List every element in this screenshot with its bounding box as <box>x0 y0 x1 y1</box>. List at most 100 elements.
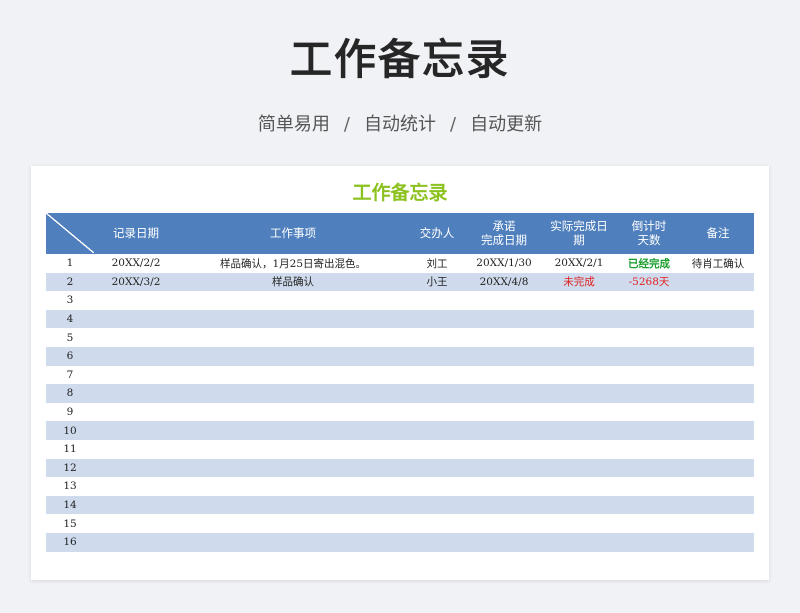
promised-date-cell[interactable] <box>466 439 542 459</box>
promised-date-cell[interactable] <box>466 532 542 552</box>
actual-date-cell[interactable] <box>542 532 616 552</box>
countdown-cell[interactable] <box>616 291 682 310</box>
assignee-cell[interactable] <box>408 495 466 515</box>
countdown-cell[interactable] <box>616 309 682 329</box>
row-number-cell[interactable]: 15 <box>46 514 94 533</box>
header-actual-date[interactable]: 实际完成日期 <box>542 213 616 254</box>
countdown-cell[interactable] <box>616 402 682 422</box>
note-cell[interactable] <box>682 365 754 385</box>
actual-date-cell[interactable] <box>542 328 616 347</box>
countdown-cell[interactable] <box>616 384 682 403</box>
row-number-cell[interactable]: 6 <box>46 346 94 366</box>
record-date-cell[interactable] <box>94 458 178 478</box>
promised-date-cell[interactable] <box>466 291 542 310</box>
note-cell[interactable] <box>682 272 754 292</box>
task-cell[interactable] <box>178 309 408 329</box>
header-note[interactable]: 备注 <box>682 213 754 254</box>
task-cell[interactable] <box>178 365 408 385</box>
countdown-cell[interactable] <box>616 514 682 533</box>
assignee-cell[interactable] <box>408 477 466 496</box>
actual-date-cell[interactable] <box>542 384 616 403</box>
row-number-cell[interactable]: 10 <box>46 421 94 440</box>
record-date-cell[interactable] <box>94 421 178 440</box>
row-number-cell[interactable]: 9 <box>46 402 94 422</box>
record-date-cell[interactable]: 20XX/3/2 <box>94 272 178 292</box>
record-date-cell[interactable] <box>94 532 178 552</box>
record-date-cell[interactable] <box>94 514 178 533</box>
note-cell[interactable] <box>682 532 754 552</box>
row-number-cell[interactable]: 7 <box>46 365 94 385</box>
header-assignee[interactable]: 交办人 <box>408 213 466 254</box>
countdown-cell[interactable]: -5268天 <box>616 272 682 292</box>
assignee-cell[interactable] <box>408 309 466 329</box>
row-number-cell[interactable]: 11 <box>46 439 94 459</box>
countdown-cell[interactable] <box>616 328 682 347</box>
record-date-cell[interactable] <box>94 384 178 403</box>
record-date-cell[interactable] <box>94 309 178 329</box>
record-date-cell[interactable] <box>94 477 178 496</box>
header-promised-date[interactable]: 承诺 完成日期 <box>466 213 542 254</box>
assignee-cell[interactable] <box>408 365 466 385</box>
actual-date-cell[interactable] <box>542 439 616 459</box>
note-cell[interactable] <box>682 328 754 347</box>
countdown-cell[interactable] <box>616 532 682 552</box>
record-date-cell[interactable]: 20XX/2/2 <box>94 252 178 273</box>
task-cell[interactable] <box>178 328 408 347</box>
task-cell[interactable] <box>178 384 408 403</box>
actual-date-cell[interactable] <box>542 309 616 329</box>
record-date-cell[interactable] <box>94 291 178 310</box>
assignee-cell[interactable] <box>408 291 466 310</box>
note-cell[interactable]: 待肖工确认 <box>682 252 754 273</box>
promised-date-cell[interactable] <box>466 514 542 533</box>
actual-date-cell[interactable] <box>542 477 616 496</box>
record-date-cell[interactable] <box>94 328 178 347</box>
record-date-cell[interactable] <box>94 439 178 459</box>
promised-date-cell[interactable] <box>466 346 542 366</box>
assignee-cell[interactable]: 刘工 <box>408 252 466 273</box>
task-cell[interactable] <box>178 291 408 310</box>
countdown-cell[interactable] <box>616 365 682 385</box>
actual-date-cell[interactable] <box>542 458 616 478</box>
countdown-cell[interactable] <box>616 346 682 366</box>
task-cell[interactable] <box>178 532 408 552</box>
note-cell[interactable] <box>682 421 754 440</box>
note-cell[interactable] <box>682 346 754 366</box>
actual-date-cell[interactable] <box>542 291 616 310</box>
countdown-cell[interactable]: 已经完成 <box>616 252 682 273</box>
task-cell[interactable] <box>178 346 408 366</box>
record-date-cell[interactable] <box>94 495 178 515</box>
record-date-cell[interactable] <box>94 365 178 385</box>
row-number-cell[interactable]: 13 <box>46 477 94 496</box>
actual-date-cell[interactable]: 20XX/2/1 <box>542 252 616 273</box>
promised-date-cell[interactable] <box>466 402 542 422</box>
task-cell[interactable]: 样品确认，1月25日寄出混色。 <box>178 252 408 273</box>
row-number-cell[interactable]: 5 <box>46 328 94 347</box>
header-countdown[interactable]: 倒计时 天数 <box>616 213 682 254</box>
assignee-cell[interactable] <box>408 402 466 422</box>
task-cell[interactable] <box>178 495 408 515</box>
task-cell[interactable] <box>178 402 408 422</box>
promised-date-cell[interactable] <box>466 309 542 329</box>
assignee-cell[interactable] <box>408 458 466 478</box>
record-date-cell[interactable] <box>94 346 178 366</box>
assignee-cell[interactable] <box>408 532 466 552</box>
assignee-cell[interactable] <box>408 439 466 459</box>
assignee-cell[interactable]: 小王 <box>408 272 466 292</box>
countdown-cell[interactable] <box>616 458 682 478</box>
actual-date-cell[interactable] <box>542 346 616 366</box>
promised-date-cell[interactable] <box>466 328 542 347</box>
actual-date-cell[interactable] <box>542 402 616 422</box>
row-number-cell[interactable]: 12 <box>46 458 94 478</box>
row-number-cell[interactable]: 1 <box>46 252 94 273</box>
task-cell[interactable] <box>178 477 408 496</box>
header-record-date[interactable]: 记录日期 <box>94 213 178 254</box>
countdown-cell[interactable] <box>616 495 682 515</box>
task-cell[interactable] <box>178 458 408 478</box>
assignee-cell[interactable] <box>408 328 466 347</box>
actual-date-cell[interactable] <box>542 365 616 385</box>
promised-date-cell[interactable] <box>466 421 542 440</box>
row-number-cell[interactable]: 16 <box>46 532 94 552</box>
row-number-cell[interactable]: 8 <box>46 384 94 403</box>
countdown-cell[interactable] <box>616 439 682 459</box>
note-cell[interactable] <box>682 477 754 496</box>
